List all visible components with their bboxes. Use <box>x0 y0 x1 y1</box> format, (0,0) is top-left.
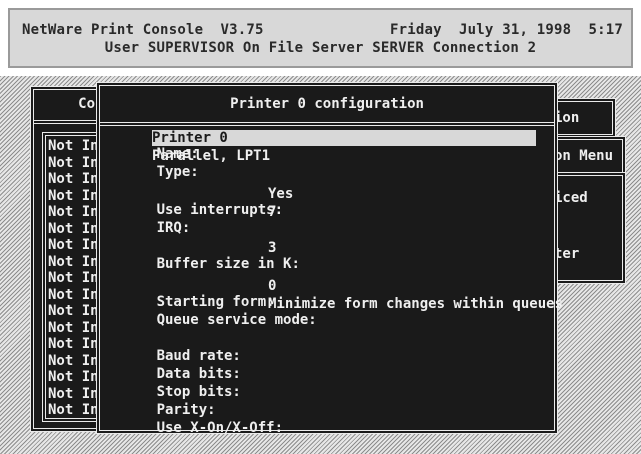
list-item[interactable]: Not In <box>48 287 99 304</box>
list-item[interactable]: Not In <box>48 303 99 320</box>
queue-service-label: Queue service mode: <box>156 312 317 328</box>
type-label: Type: <box>156 164 199 180</box>
list-item[interactable]: Not In <box>48 138 99 155</box>
config-title: Printer 0 configuration <box>230 96 424 112</box>
xon-xoff-row[interactable]: Use X-On/X-Off: <box>106 404 283 452</box>
menu-window-1[interactable]: ion <box>552 98 616 138</box>
list-item[interactable]: Not In <box>48 171 99 188</box>
use-interrupts-value: Yes <box>268 186 294 202</box>
list-item[interactable]: Not In <box>48 386 99 403</box>
date-time: Friday July 31, 1998 5:17 <box>390 22 623 38</box>
menu-window-2[interactable]: on Menu <box>552 136 626 176</box>
buffer-size-value: 3 <box>268 240 277 256</box>
list-item[interactable]: Not In <box>48 270 99 287</box>
name-field[interactable]: Printer 0 <box>152 130 536 146</box>
queue-service-value: Minimize form changes within queues <box>268 296 564 312</box>
config-title-divider <box>100 122 554 126</box>
list-item[interactable]: Not In <box>48 353 99 370</box>
list-item[interactable]: Not In <box>48 369 99 386</box>
menu-window-3: iced ter <box>552 172 626 284</box>
list-item[interactable]: Not In <box>48 237 99 254</box>
menu-item-iced[interactable]: iced <box>554 190 588 206</box>
list-item[interactable]: Not In <box>48 204 99 221</box>
printer-list: Not In Not In Not In Not In Not In Not I… <box>48 138 99 419</box>
list-item[interactable]: Not In <box>48 221 99 238</box>
printer-config-window: Printer 0 configuration Name: Printer 0 T… <box>96 82 563 436</box>
status-header: NetWare Print Console V3.75 Friday July … <box>8 8 633 68</box>
name-value: Printer 0 <box>152 130 228 146</box>
printer-list-title: Co <box>78 96 95 112</box>
irq-label: IRQ: <box>156 220 191 236</box>
app-title: NetWare Print Console V3.75 <box>22 22 264 38</box>
starting-form-value: 0 <box>268 278 277 294</box>
list-item[interactable]: Not In <box>48 402 99 419</box>
user-connection-line: User SUPERVISOR On File Server SERVER Co… <box>104 40 537 56</box>
list-item[interactable]: Not In <box>48 188 99 205</box>
buffer-size-label: Buffer size in K: <box>156 256 300 272</box>
irq-value: 7 <box>268 204 277 220</box>
title-divider <box>34 120 101 124</box>
list-item[interactable]: Not In <box>48 155 99 172</box>
type-value: Parallel, LPT1 <box>152 148 271 164</box>
list-item[interactable]: Not In <box>48 320 99 337</box>
list-item[interactable]: Not In <box>48 336 99 353</box>
list-item[interactable]: Not In <box>48 254 99 271</box>
xon-xoff-label: Use X-On/X-Off: <box>156 420 284 436</box>
menu-window-2-label: on Menu <box>554 148 614 164</box>
printer-list-window: Co Not In Not In Not In Not In Not In No… <box>30 86 105 432</box>
dos-screen: NetWare Print Console V3.75 Friday July … <box>0 0 641 454</box>
